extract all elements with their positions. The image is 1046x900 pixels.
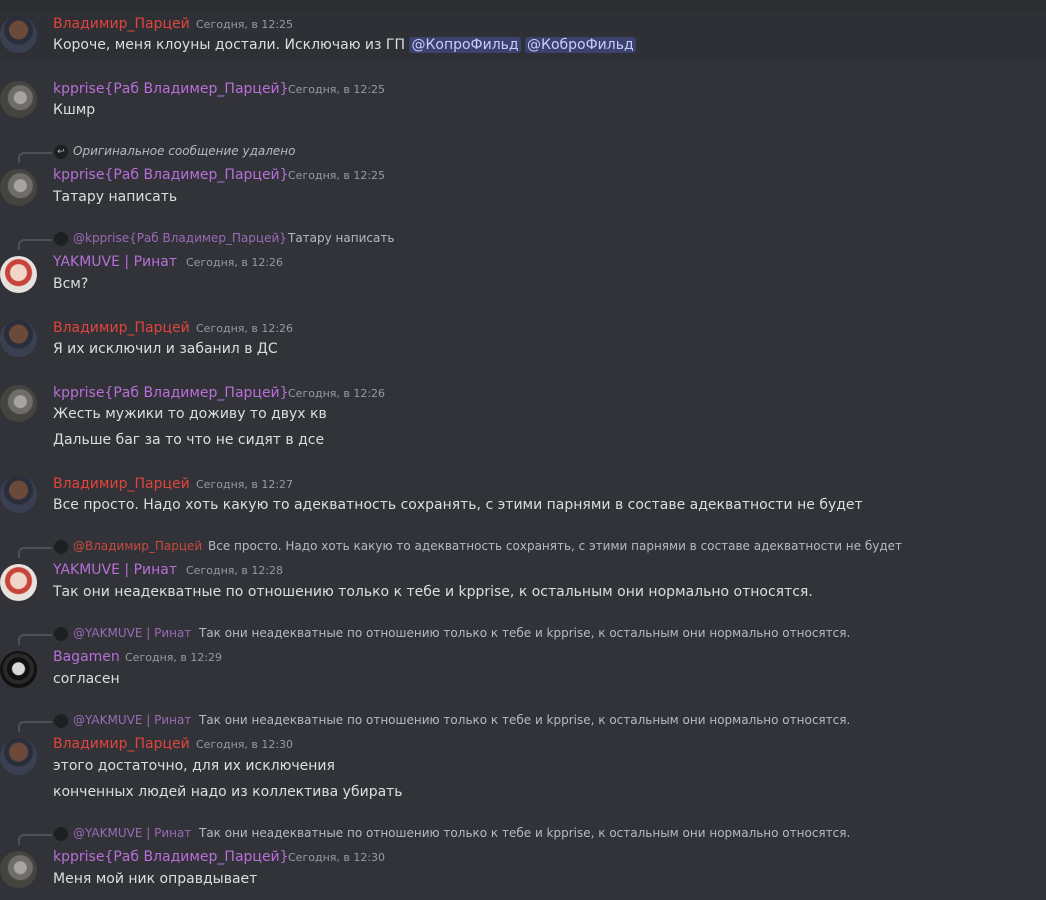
author-name[interactable]: YAKMUVE | Ринат [53,254,177,270]
message-text: этого достаточно, для их исключения [53,758,335,774]
timestamp: Сегодня, в 12:29 [125,651,223,664]
reply-author: @kpprise{Раб Владимер_Парцей} [73,231,287,245]
reply-text: Все просто. Надо хоть какую то адекватно… [208,539,903,553]
reply-author: @YAKMUVE | Ринат [73,826,192,840]
message: Владимир_Парцей Сегодня, в 12:26 Я их ис… [0,314,1046,364]
reply-spine [18,547,52,558]
timestamp: Сегодня, в 12:26 [196,322,294,335]
message-text: Меня мой ник оправдывает [53,871,258,887]
mention[interactable]: @КоброФильд [525,37,636,53]
timestamp: Сегодня, в 12:30 [196,738,294,751]
message-text: Все просто. Надо хоть какую то адекватно… [53,497,863,513]
message-text: Я их исключил и забанил в ДС [53,341,278,357]
author-name[interactable]: Владимир_Парцей [53,16,190,32]
reply-author: @YAKMUVE | Ринат [73,626,192,640]
mention[interactable]: @КопроФильд [409,37,521,53]
timestamp: Сегодня, в 12:30 [288,851,386,864]
message-text-prefix: Короче, меня клоуны достали. Исключаю из… [53,37,405,53]
timestamp: Сегодня, в 12:27 [196,478,294,491]
reply-preview[interactable]: @Владимир_Парцей Все просто. Надо хоть к… [0,539,1000,558]
avatar[interactable] [0,169,37,206]
timestamp: Сегодня, в 12:26 [186,256,284,269]
reply-author: @Владимир_Парцей [73,539,203,553]
avatar[interactable] [0,81,37,118]
reply-preview[interactable]: @YAKMUVE | Ринат Так они неадекватные по… [0,626,1000,645]
reply-avatar [54,714,68,728]
message: ↩ Оригинальное сообщение удалено kpprise… [0,143,1046,213]
timestamp: Сегодня, в 12:25 [196,18,294,31]
reply-spine [18,721,52,732]
message-text: Жесть мужики то доживу то двух кв [53,406,327,422]
avatar[interactable] [0,564,37,601]
reply-arrow-icon: ↩ [54,145,68,159]
author-name[interactable]: kpprise{Раб Владимер_Парцей} [53,385,289,401]
reply-spine [18,634,52,645]
reply-preview[interactable]: ↩ Оригинальное сообщение удалено [0,144,1000,163]
reply-avatar [54,540,68,554]
avatar[interactable] [0,256,37,293]
message-text: Короче, меня клоуны достали. Исключаю из… [53,37,636,53]
reply-text: Так они неадекватные по отношению только… [199,626,851,640]
top-bar [0,0,1046,10]
author-name[interactable]: kpprise{Раб Владимер_Парцей} [53,81,289,97]
reply-text: Оригинальное сообщение удалено [73,144,296,158]
author-name[interactable]: Владимир_Парцей [53,736,190,752]
message: Владимир_Парцей Сегодня, в 12:27 Все про… [0,470,1046,520]
timestamp: Сегодня, в 12:28 [186,564,284,577]
avatar[interactable] [0,476,37,513]
author-name[interactable]: YAKMUVE | Ринат [53,562,177,578]
reply-spine [18,239,52,250]
avatar[interactable] [0,320,37,357]
avatar[interactable] [0,651,37,688]
reply-preview[interactable]: @kpprise{Раб Владимер_Парцей} Татару нап… [0,231,1000,250]
reply-preview[interactable]: @YAKMUVE | Ринат Так они неадекватные по… [0,713,1000,732]
message-text: Кшмр [53,102,96,118]
message-text: конченных людей надо из коллектива убира… [53,784,403,800]
avatar[interactable] [0,851,37,888]
timestamp: Сегодня, в 12:25 [288,83,386,96]
author-name[interactable]: Bagamen [53,649,120,665]
message: Владимир_Парцей Сегодня, в 12:25 Короче,… [0,10,1046,60]
reply-avatar [54,827,68,841]
timestamp: Сегодня, в 12:25 [288,169,386,182]
reply-spine [18,152,52,163]
reply-spine [18,834,52,845]
avatar[interactable] [0,16,37,53]
author-name[interactable]: kpprise{Раб Владимер_Парцей} [53,167,289,183]
reply-text: Татару написать [288,231,395,245]
reply-text: Так они неадекватные по отношению только… [199,826,851,840]
message: @Владимир_Парцей Все просто. Надо хоть к… [0,538,1046,608]
timestamp: Сегодня, в 12:26 [288,387,386,400]
author-name[interactable]: kpprise{Раб Владимер_Парцей} [53,849,289,865]
avatar[interactable] [0,385,37,422]
avatar[interactable] [0,738,37,775]
reply-text: Так они неадекватные по отношению только… [199,713,851,727]
message-text: согласен [53,671,120,687]
message: @YAKMUVE | Ринат Так они неадекватные по… [0,825,1046,897]
message: @YAKMUVE | Ринат Так они неадекватные по… [0,625,1046,695]
reply-avatar [54,232,68,246]
message-text: Дальше баг за то что не сидят в дсе [53,432,325,448]
message: kpprise{Раб Владимер_Парцей} Сегодня, в … [0,75,1046,125]
message: @kpprise{Раб Владимер_Парцей} Татару нап… [0,230,1046,300]
author-name[interactable]: Владимир_Парцей [53,476,190,492]
message-text: Татару написать [53,189,178,205]
message-text: Всм? [53,276,89,292]
message-text: Так они неадекватные по отношению только… [53,584,813,600]
reply-avatar [54,627,68,641]
message: kpprise{Раб Владимер_Парцей} Сегодня, в … [0,379,1046,455]
reply-preview[interactable]: @YAKMUVE | Ринат Так они неадекватные по… [0,826,1000,845]
reply-author: @YAKMUVE | Ринат [73,713,192,727]
author-name[interactable]: Владимир_Парцей [53,320,190,336]
message: @YAKMUVE | Ринат Так они неадекватные по… [0,712,1046,808]
